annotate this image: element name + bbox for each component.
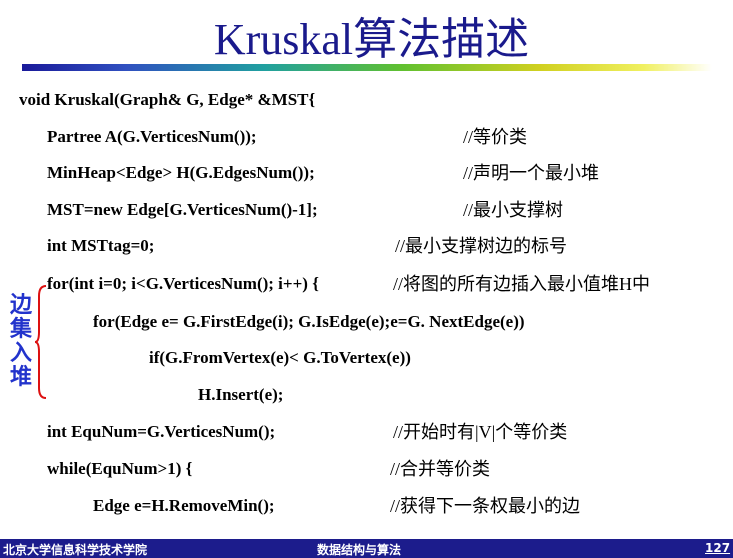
- code-line-6: for(int i=0; i<G.VerticesNum(); i++) {: [47, 274, 319, 293]
- comment-line-6: //将图的所有边插入最小值堆H中: [393, 274, 650, 294]
- comment-line-3: //声明一个最小堆: [463, 163, 600, 183]
- comment-line-12: //获得下一条权最小的边: [390, 496, 581, 516]
- side-label-edges-into-heap: 边集入堆: [9, 293, 32, 390]
- code-line-11: while(EquNum>1) {: [47, 459, 193, 478]
- code-line-12: Edge e=H.RemoveMin();: [93, 496, 275, 515]
- slide-title: Kruskal算法描述: [213, 15, 530, 64]
- code-line-2: Partree A(G.VerticesNum());: [47, 127, 257, 146]
- slide-footer: 北京大学信息科学技术学院 数据结构与算法 127: [0, 539, 733, 558]
- footer-page-number: 127: [705, 541, 731, 555]
- comment-line-10: //开始时有|V|个等价类: [393, 422, 568, 442]
- code-line-8: if(G.FromVertex(e)< G.ToVertex(e)): [149, 348, 411, 367]
- code-line-3: MinHeap<Edge> H(G.EdgesNum());: [47, 163, 315, 182]
- code-line-10: int EquNum=G.VerticesNum();: [47, 422, 276, 441]
- code-line-7: for(Edge e= G.FirstEdge(i); G.IsEdge(e);…: [93, 312, 525, 331]
- comment-line-4: //最小支撑树: [463, 200, 564, 220]
- code-line-1: void Kruskal(Graph& G, Edge* &MST{: [19, 90, 316, 109]
- comment-line-11: //合并等价类: [390, 459, 491, 479]
- code-line-9: H.Insert(e);: [198, 385, 284, 404]
- comment-line-2: //等价类: [463, 127, 528, 147]
- code-line-4: MST=new Edge[G.VerticesNum()-1];: [47, 200, 318, 219]
- curly-brace-icon: [34, 285, 47, 399]
- footer-institution: 北京大学信息科学技术学院: [3, 543, 148, 557]
- code-line-5: int MSTtag=0;: [47, 236, 155, 255]
- comment-line-5: //最小支撑树边的标号: [395, 236, 568, 256]
- footer-course: 数据结构与算法: [317, 543, 402, 557]
- title-gradient-rule: [22, 64, 712, 71]
